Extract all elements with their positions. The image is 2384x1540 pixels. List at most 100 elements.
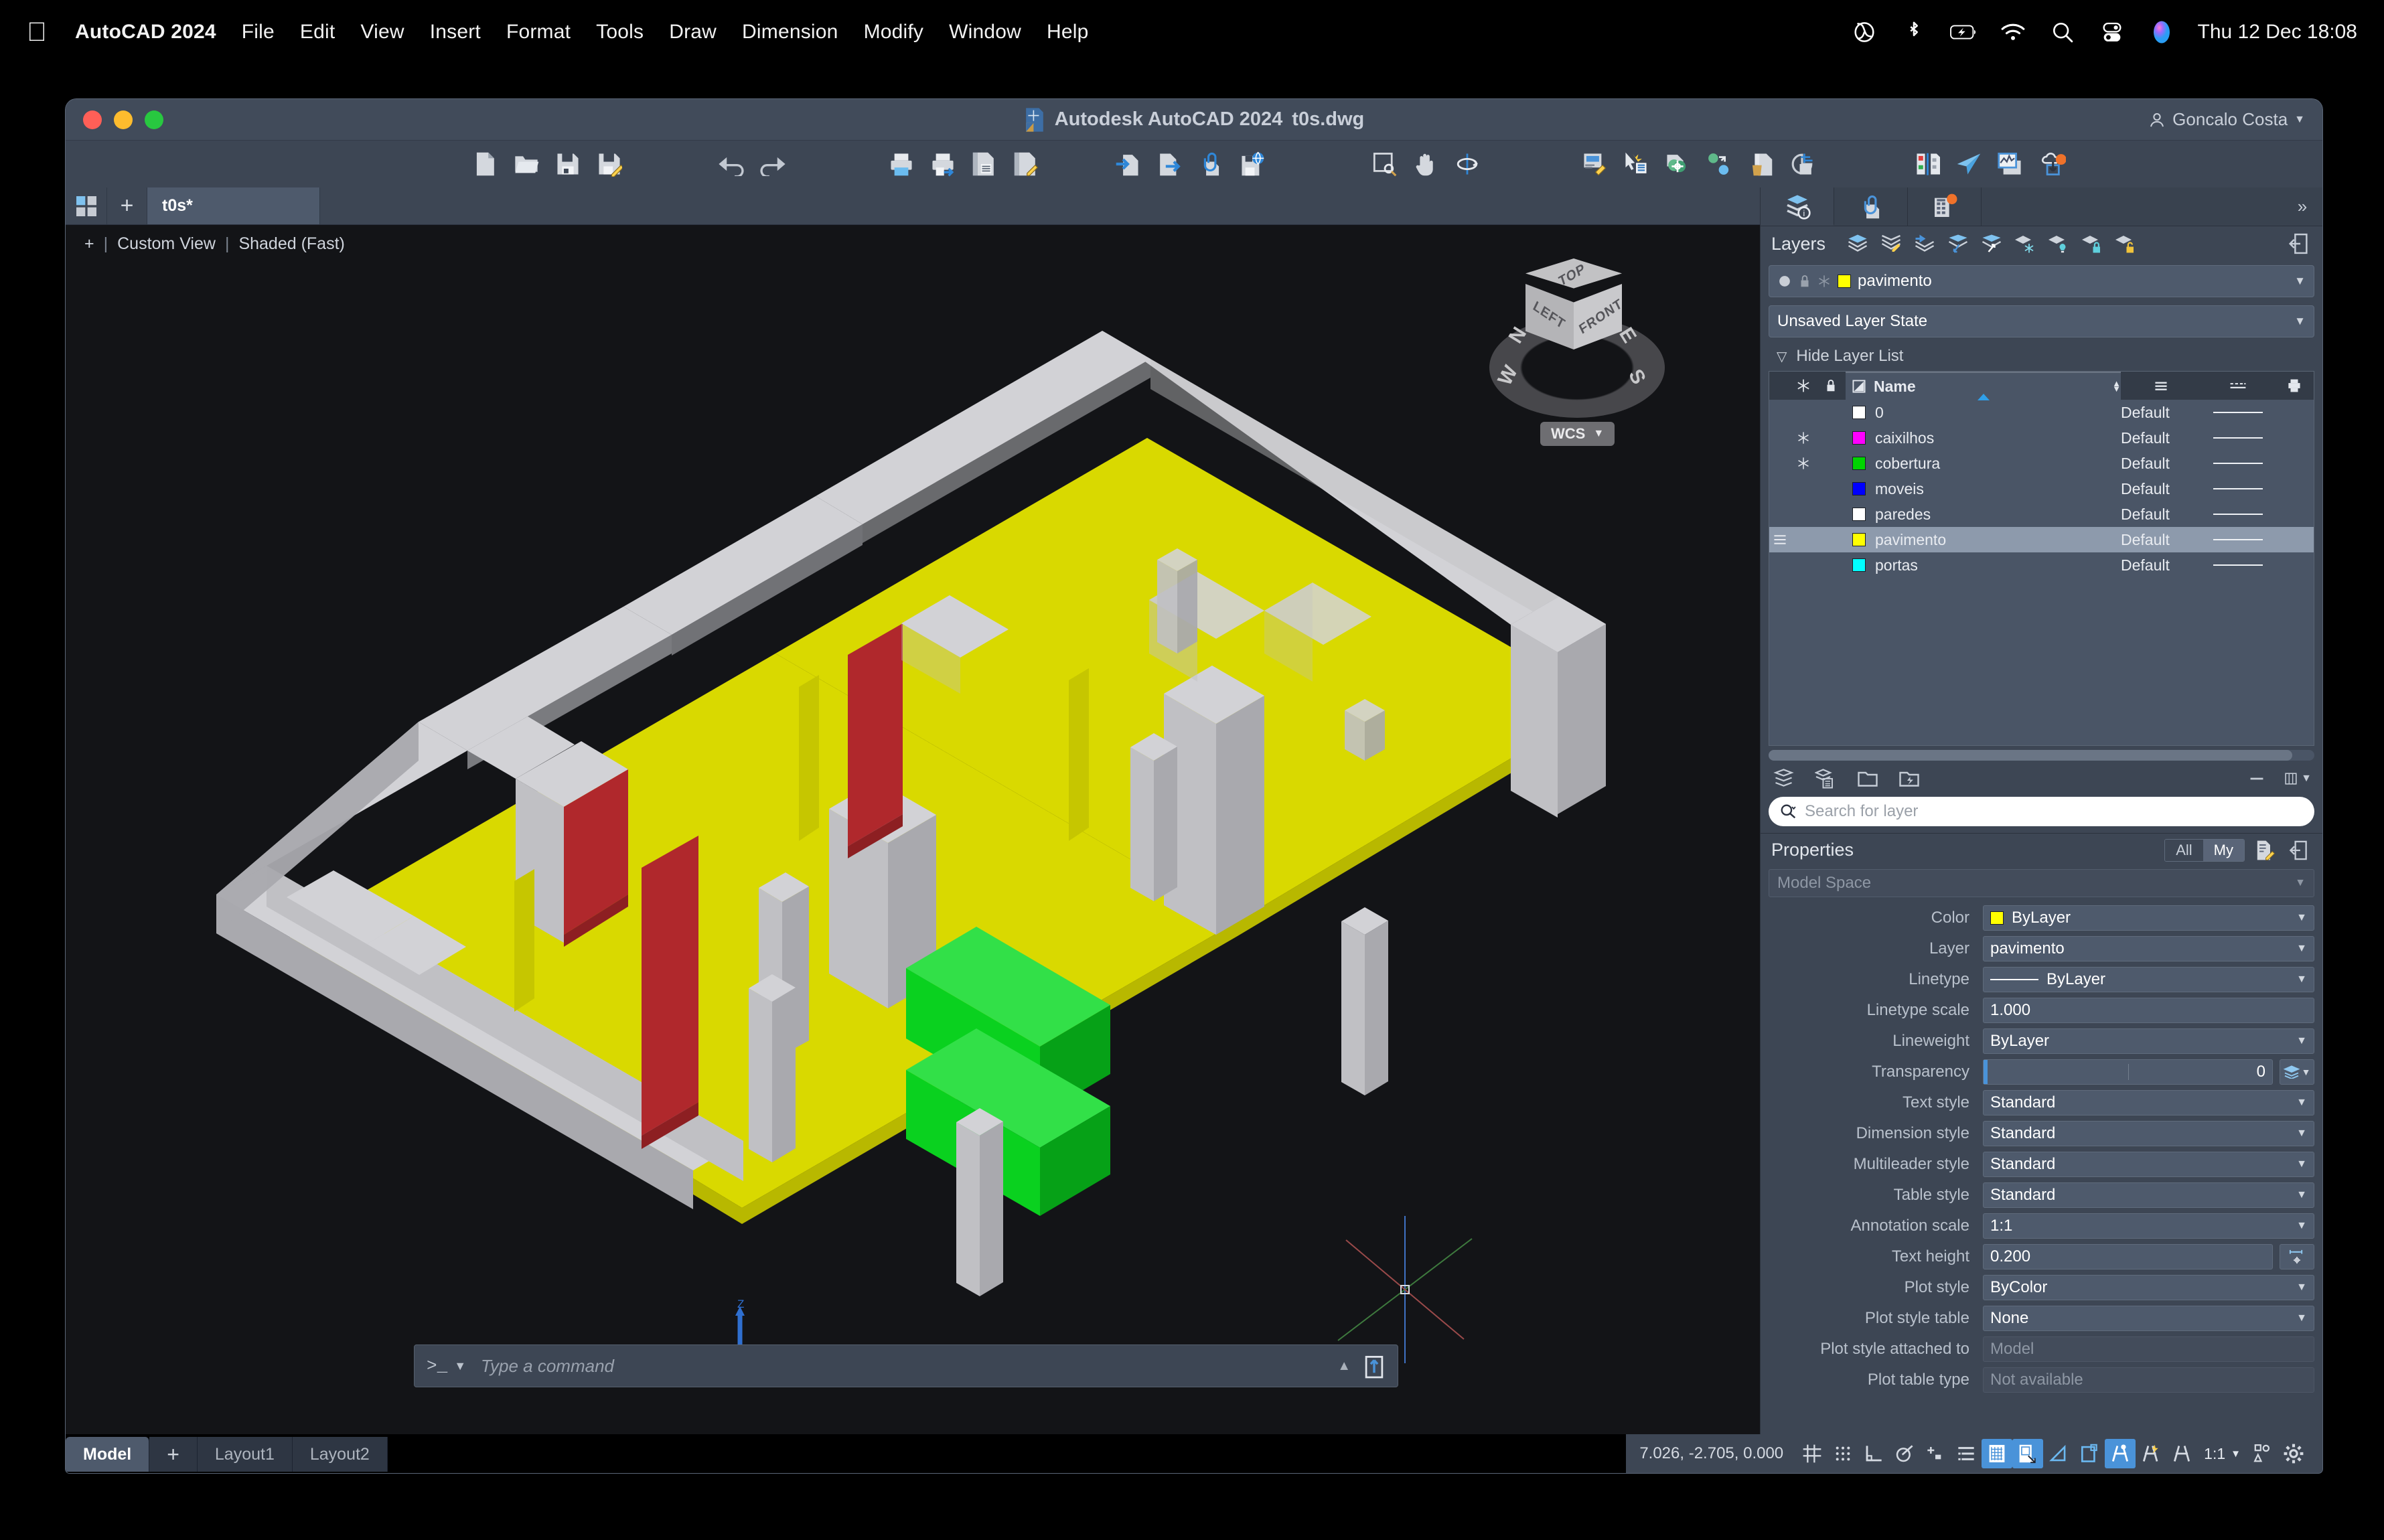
layer-lineweight-cell[interactable]: Default — [2121, 429, 2201, 447]
property-value[interactable]: ByColor ▼ — [1983, 1275, 2314, 1300]
layer-row-0[interactable]: 0 Default — [1769, 400, 2314, 425]
object-snap-tracking-icon[interactable] — [1920, 1439, 1951, 1468]
document-tab-t0s[interactable]: t0s* — [147, 187, 320, 224]
menu-view[interactable]: View — [360, 21, 404, 44]
zoom-button[interactable] — [145, 110, 163, 129]
properties-filter-toggle[interactable]: All My — [2164, 838, 2245, 862]
unlocked-icon[interactable] — [1799, 274, 1811, 289]
zoom-window-icon[interactable] — [1363, 145, 1405, 183]
layer-edit-icon[interactable] — [1878, 232, 1905, 255]
menu-draw[interactable]: Draw — [669, 21, 717, 44]
chevron-down-icon[interactable]: ▼ — [2296, 974, 2307, 986]
properties-icon[interactable] — [1574, 145, 1615, 183]
lightbulb-on-icon[interactable] — [1777, 274, 1792, 289]
quick-select-icon[interactable] — [1615, 145, 1657, 183]
layer-linetype-cell[interactable] — [2201, 412, 2275, 413]
properties-filter-my[interactable]: My — [2203, 839, 2244, 861]
layer-lineweight-cell[interactable]: Default — [2121, 506, 2201, 524]
property-value[interactable]: Standard ▼ — [1983, 1152, 2314, 1177]
layer-row-handle[interactable] — [1769, 534, 1791, 546]
customization-gear-icon[interactable] — [2278, 1439, 2309, 1468]
chevron-down-icon[interactable]: ▼ — [2296, 943, 2307, 955]
layer-name-cell[interactable]: moveis — [1846, 480, 2121, 498]
chevron-down-icon[interactable]: ▼ — [2294, 315, 2306, 328]
control-center-icon[interactable] — [2099, 19, 2126, 46]
layer-linetype-cell[interactable] — [2201, 488, 2275, 489]
chevron-down-icon[interactable]: ▼ — [2296, 1189, 2307, 1201]
palette-tab-blocks[interactable] — [1908, 187, 1982, 226]
layer-unlock-icon[interactable] — [2112, 232, 2139, 255]
layer-lineweight-cell[interactable]: Default — [2121, 480, 2201, 498]
chevron-down-icon[interactable]: ▼ — [2294, 275, 2306, 288]
layer-lineweight-cell[interactable]: Default — [2121, 404, 2201, 422]
undock-palette-icon[interactable] — [2285, 839, 2312, 862]
annotation-visibility-icon[interactable] — [2105, 1439, 2136, 1468]
chevron-down-icon[interactable]: ▼ — [2296, 912, 2307, 924]
menu-tools[interactable]: Tools — [596, 21, 644, 44]
orbit-icon[interactable] — [1446, 145, 1488, 183]
new-layer-filter-icon[interactable] — [1813, 767, 1840, 790]
model-viewport[interactable]: + | Custom View | Shaded (Fast) N E S W — [66, 225, 1760, 1399]
cursor-coordinates[interactable]: 7.026, -2.705, 0.000 — [1639, 1444, 1783, 1463]
command-input[interactable]: Type a command — [481, 1356, 1337, 1377]
siri-icon[interactable] — [2148, 19, 2175, 46]
new-layer-icon[interactable] — [1771, 767, 1798, 790]
account-name[interactable]: Goncalo Costa — [2172, 109, 2288, 130]
command-line[interactable]: >_ ▼ Type a command ▲ — [414, 1344, 1398, 1387]
layer-list-table[interactable]: Name ▲ ▼ 0 Default caixilhos Default cobertur… — [1769, 371, 2314, 746]
apartment-3d-model[interactable]: .wt { fill:#d2d2d6; } /* wall top */ .wf… — [66, 225, 1760, 1399]
new-drawing-icon[interactable] — [464, 145, 506, 183]
chevron-down-icon[interactable]: ▼ — [2296, 1312, 2307, 1324]
layer-color-swatch[interactable] — [1852, 457, 1866, 470]
column-header-plot[interactable] — [2275, 372, 2314, 400]
menu-modify[interactable]: Modify — [864, 21, 924, 44]
isometric-drafting-icon[interactable] — [1982, 1439, 2013, 1468]
palette-tab-reference[interactable] — [1834, 187, 1908, 226]
undock-palette-icon[interactable] — [2285, 232, 2312, 255]
show-annotation-objects-icon[interactable] — [2043, 1439, 2074, 1468]
drawing-grid-icon[interactable] — [66, 187, 107, 224]
layer-row-caixilhos[interactable]: caixilhos Default — [1769, 425, 2314, 451]
snap-mode-icon[interactable] — [1828, 1439, 1858, 1468]
layer-linetype-cell[interactable] — [2201, 463, 2275, 464]
quick-properties-icon[interactable] — [2251, 839, 2278, 862]
menu-format[interactable]: Format — [506, 21, 571, 44]
layer-row-portas[interactable]: portas Default — [1769, 552, 2314, 578]
sheet-set-icon[interactable] — [1990, 145, 2031, 183]
chevron-down-icon[interactable]: ▼ — [2296, 1220, 2307, 1232]
color-swatch[interactable] — [1990, 911, 2004, 925]
menu-insert[interactable]: Insert — [430, 21, 481, 44]
property-value[interactable]: 0.200 — [1983, 1244, 2273, 1269]
plot-icon[interactable] — [881, 145, 922, 183]
properties-filter-all[interactable]: All — [2165, 839, 2203, 861]
layer-freeze-icon[interactable] — [2012, 232, 2038, 255]
menu-help[interactable]: Help — [1047, 21, 1089, 44]
layout-tab-layout1[interactable]: Layout1 — [197, 1437, 293, 1472]
annotation-scale-person-icon[interactable] — [2166, 1439, 2197, 1468]
property-value[interactable]: Standard ▼ — [1983, 1182, 2314, 1208]
etransmit-icon[interactable] — [1232, 145, 1273, 183]
property-value[interactable]: ByLayer ▼ — [1983, 905, 2314, 931]
property-value[interactable]: Standard ▼ — [1983, 1121, 2314, 1146]
layer-group-icon[interactable] — [1854, 767, 1881, 790]
layer-lock-icon[interactable] — [2079, 232, 2105, 255]
layer-lineweight-cell[interactable]: Default — [2121, 531, 2201, 549]
minimize-icon[interactable] — [2243, 767, 2270, 790]
properties-space-combo[interactable]: Model Space ▼ — [1769, 869, 2314, 897]
purge-icon[interactable] — [1740, 145, 1781, 183]
current-layer-combo[interactable]: pavimento ▼ — [1769, 265, 2314, 297]
creative-cloud-icon[interactable] — [1851, 19, 1878, 46]
spotlight-search-icon[interactable] — [2049, 19, 2076, 46]
layer-off-icon[interactable] — [2045, 232, 2072, 255]
thaw-icon[interactable] — [1817, 275, 1831, 288]
menu-app-name[interactable]: AutoCAD 2024 — [75, 21, 216, 44]
layer-list-horizontal-scrollbar[interactable] — [1769, 750, 2314, 761]
match-properties-icon[interactable] — [1657, 145, 1698, 183]
layer-linetype-cell[interactable] — [2201, 564, 2275, 566]
columns-options-icon[interactable]: ▼ — [2285, 767, 2312, 790]
import-icon[interactable] — [1107, 145, 1148, 183]
layer-state-icon[interactable] — [1698, 145, 1740, 183]
chevron-down-icon[interactable]: ▼ — [2295, 877, 2306, 889]
save-as-icon[interactable] — [589, 145, 630, 183]
layer-name-cell[interactable]: paredes — [1846, 506, 2121, 524]
